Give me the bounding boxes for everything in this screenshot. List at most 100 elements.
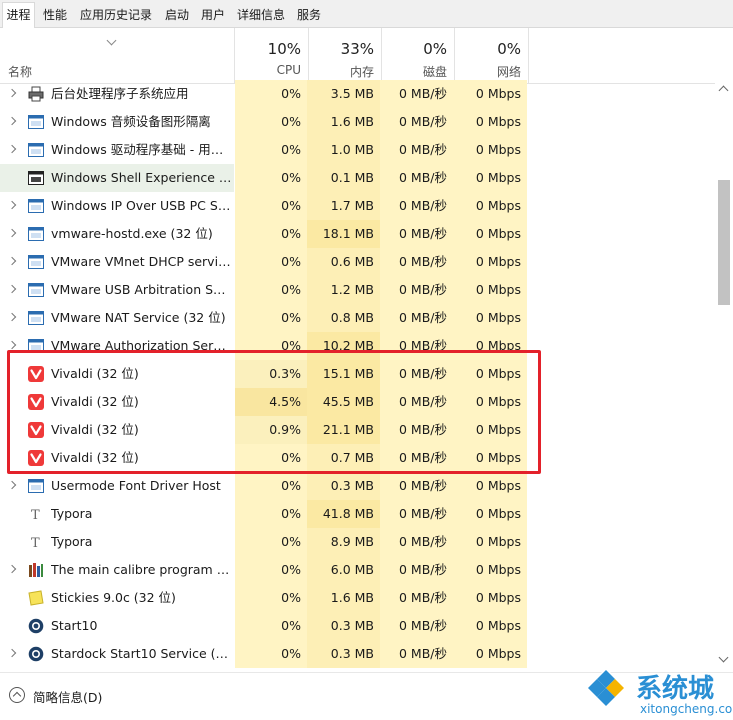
network-value: 0 Mbps — [453, 192, 527, 220]
network-value: 0 Mbps — [453, 360, 527, 388]
process-name-cell[interactable]: Usermode Font Driver Host — [0, 472, 234, 500]
process-row[interactable]: Windows 驱动程序基础 - 用户... 0% 1.0 MB 0 MB/秒 0 Mb… — [0, 136, 715, 164]
process-row[interactable]: Start10 0% 0.3 MB 0 MB/秒 0 Mbps — [0, 612, 715, 640]
disk-value: 0 MB/秒 — [380, 136, 453, 164]
disk-value: 0 MB/秒 — [380, 80, 453, 108]
process-row[interactable]: Windows 音频设备图形隔离 0% 1.6 MB 0 MB/秒 0 Mbps — [0, 108, 715, 136]
fewer-details-button[interactable]: 简略信息(D) — [33, 687, 102, 706]
memory-value: 1.6 MB — [307, 108, 380, 136]
memory-value: 0.3 MB — [307, 640, 380, 668]
tab-users[interactable]: 用户 — [197, 3, 229, 28]
process-row[interactable]: VMware VMnet DHCP servic... 0% 0.6 MB 0 MB/… — [0, 248, 715, 276]
cpu-column-header[interactable]: 10% CPU — [234, 28, 308, 84]
process-name-cell[interactable]: Start10 — [0, 612, 234, 640]
process-name-cell[interactable]: Windows 音频设备图形隔离 — [0, 108, 234, 136]
scroll-up-arrow-icon[interactable] — [718, 85, 729, 96]
process-name-cell[interactable]: 后台处理程序子系统应用 — [0, 80, 234, 108]
scroll-down-arrow-icon[interactable] — [718, 652, 729, 663]
process-name-cell[interactable]: Vivaldi (32 位) — [0, 444, 234, 472]
network-value: 0 Mbps — [453, 528, 527, 556]
printer-icon — [28, 86, 44, 102]
process-name-cell[interactable]: Stickies 9.0c (32 位) — [0, 584, 234, 612]
process-name: Vivaldi (32 位) — [51, 450, 139, 465]
tab-startup[interactable]: 启动 — [159, 3, 195, 28]
expand-chevron-icon[interactable] — [7, 116, 17, 126]
disk-value: 0 MB/秒 — [380, 584, 453, 612]
process-name-cell[interactable]: Windows Shell Experience H... — [0, 164, 234, 192]
cpu-value: 0% — [235, 612, 307, 640]
disk-value: 0 MB/秒 — [380, 276, 453, 304]
collapse-up-icon[interactable] — [9, 687, 25, 703]
expand-chevron-icon[interactable] — [7, 228, 17, 238]
process-row[interactable]: Usermode Font Driver Host 0% 0.3 MB 0 MB/秒 0… — [0, 472, 715, 500]
cpu-value: 0.9% — [235, 416, 307, 444]
process-row[interactable]: The main calibre program (3... 0% 6.0 MB 0 … — [0, 556, 715, 584]
process-name-cell[interactable]: Vivaldi (32 位) — [0, 416, 234, 444]
network-total-percent: 0% — [497, 40, 521, 58]
process-row[interactable]: Vivaldi (32 位) 0.3% 15.1 MB 0 MB/秒 0 Mbps — [0, 360, 715, 388]
network-value: 0 Mbps — [453, 612, 527, 640]
disk-column-header[interactable]: 0% 磁盘 — [381, 28, 454, 84]
svg-text:T: T — [31, 536, 40, 550]
process-name: Typora — [51, 506, 93, 521]
scrollbar-thumb[interactable] — [718, 180, 730, 305]
process-name-cell[interactable]: VMware NAT Service (32 位) — [0, 304, 234, 332]
process-name-cell[interactable]: Vivaldi (32 位) — [0, 360, 234, 388]
tab-processes[interactable]: 进程 — [2, 2, 35, 29]
watermark-logo-icon — [586, 668, 626, 708]
process-name: Windows 音频设备图形隔离 — [51, 114, 211, 129]
expand-chevron-icon[interactable] — [7, 480, 17, 490]
process-name: VMware USB Arbitration Ser... — [51, 282, 233, 297]
process-row[interactable]: Vivaldi (32 位) 0.9% 21.1 MB 0 MB/秒 0 Mbps — [0, 416, 715, 444]
process-name-cell[interactable]: Vivaldi (32 位) — [0, 388, 234, 416]
name-column-header[interactable]: 名称 — [8, 63, 32, 80]
tab-performance[interactable]: 性能 — [37, 3, 73, 28]
process-name-cell[interactable]: VMware Authorization Servic... — [0, 332, 234, 360]
column-divider — [528, 28, 529, 84]
network-value: 0 Mbps — [453, 472, 527, 500]
tab-details[interactable]: 详细信息 — [231, 3, 291, 28]
process-name-cell[interactable]: T Typora — [0, 500, 234, 528]
process-name-cell[interactable]: Windows IP Over USB PC Se... — [0, 192, 234, 220]
network-value: 0 Mbps — [453, 276, 527, 304]
expand-chevron-icon[interactable] — [7, 144, 17, 154]
expand-chevron-icon[interactable] — [7, 648, 17, 658]
expand-chevron-icon[interactable] — [7, 200, 17, 210]
network-column-header[interactable]: 0% 网络 — [454, 28, 528, 84]
network-value: 0 Mbps — [453, 108, 527, 136]
process-name-cell[interactable]: VMware VMnet DHCP servic... — [0, 248, 234, 276]
process-name-cell[interactable]: Windows 驱动程序基础 - 用户... — [0, 136, 234, 164]
window-app-icon — [28, 478, 44, 494]
memory-column-header[interactable]: 33% 内存 — [308, 28, 381, 84]
process-row[interactable]: Stickies 9.0c (32 位) 0% 1.6 MB 0 MB/秒 0 Mbps — [0, 584, 715, 612]
process-name-cell[interactable]: vmware-hostd.exe (32 位) — [0, 220, 234, 248]
expand-chevron-icon[interactable] — [7, 564, 17, 574]
process-row[interactable]: 后台处理程序子系统应用 0% 3.5 MB 0 MB/秒 0 Mbps — [0, 80, 715, 108]
expand-chevron-icon[interactable] — [7, 312, 17, 322]
process-row[interactable]: Windows IP Over USB PC Se... 0% 1.7 MB 0 MB… — [0, 192, 715, 220]
process-row[interactable]: Vivaldi (32 位) 4.5% 45.5 MB 0 MB/秒 0 Mbps — [0, 388, 715, 416]
process-row[interactable]: vmware-hostd.exe (32 位) 0% 18.1 MB 0 MB/秒 0 … — [0, 220, 715, 248]
expand-chevron-icon[interactable] — [7, 88, 17, 98]
vertical-scrollbar[interactable] — [715, 80, 733, 672]
process-name-cell[interactable]: VMware USB Arbitration Ser... — [0, 276, 234, 304]
process-row[interactable]: T Typora 0% 41.8 MB 0 MB/秒 0 Mbps — [0, 500, 715, 528]
process-row[interactable]: T Typora 0% 8.9 MB 0 MB/秒 0 Mbps — [0, 528, 715, 556]
process-name-cell[interactable]: The main calibre program (3... — [0, 556, 234, 584]
expand-chevron-icon[interactable] — [7, 340, 17, 350]
process-name-cell[interactable]: T Typora — [0, 528, 234, 556]
process-row[interactable]: Windows Shell Experience H... 0% 0.1 MB 0 M… — [0, 164, 715, 192]
disk-value: 0 MB/秒 — [380, 612, 453, 640]
network-value: 0 Mbps — [453, 248, 527, 276]
watermark-text: 系统城 — [636, 674, 715, 704]
sort-chevron-icon[interactable] — [106, 35, 117, 46]
tab-services[interactable]: 服务 — [293, 3, 325, 28]
expand-chevron-icon[interactable] — [7, 284, 17, 294]
process-row[interactable]: VMware USB Arbitration Ser... 0% 1.2 MB 0 M… — [0, 276, 715, 304]
process-row[interactable]: Vivaldi (32 位) 0% 0.7 MB 0 MB/秒 0 Mbps — [0, 444, 715, 472]
process-row[interactable]: VMware Authorization Servic... 0% 10.2 MB 0… — [0, 332, 715, 360]
expand-chevron-icon[interactable] — [7, 256, 17, 266]
process-row[interactable]: VMware NAT Service (32 位) 0% 0.8 MB 0 MB/秒 0… — [0, 304, 715, 332]
process-name-cell[interactable]: Stardock Start10 Service (32 ... — [0, 640, 234, 668]
tab-app-history[interactable]: 应用历史记录 — [75, 3, 157, 28]
